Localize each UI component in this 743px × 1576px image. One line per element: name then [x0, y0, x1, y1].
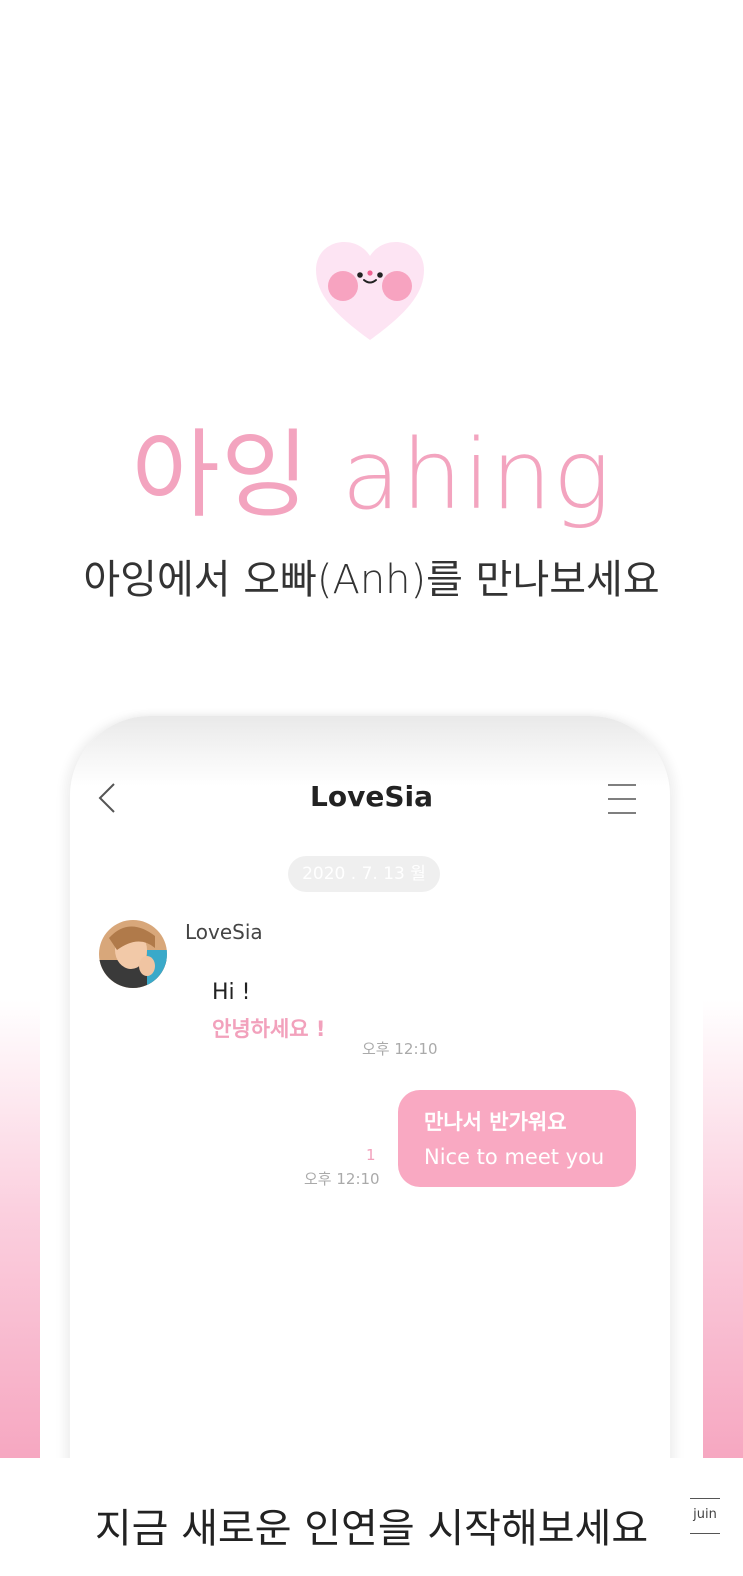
- avatar[interactable]: [99, 920, 167, 988]
- incoming-message-time: 오후 12:10: [362, 1040, 438, 1058]
- sender-name: LoveSia: [185, 920, 263, 944]
- hamburger-menu-icon[interactable]: [606, 783, 638, 815]
- right-pink-gradient: [703, 1000, 743, 1465]
- bottom-tagline: 지금 새로운 인연을 시작해보세요: [94, 1506, 649, 1552]
- unread-count: 1: [366, 1146, 376, 1164]
- outgoing-message-bubble[interactable]: 만나서 반가워요 Nice to meet you: [398, 1090, 636, 1187]
- outgoing-message-en: Nice to meet you: [424, 1145, 605, 1169]
- incoming-message-en: Hi !: [212, 980, 251, 1005]
- juin-logo: juin: [690, 1498, 720, 1534]
- outgoing-message-time: 오후 12:10: [304, 1170, 380, 1188]
- heart-mascot-icon: [316, 242, 424, 340]
- left-pink-gradient: [0, 1000, 40, 1465]
- date-separator: 2020 . 7. 13 월: [288, 856, 440, 892]
- brand-title: 아잉 ahing: [131, 419, 612, 531]
- outgoing-message-ko: 만나서 반가워요: [424, 1110, 567, 1134]
- brand-tagline: 아잉에서 오빠(Anh)를 만나보세요: [83, 557, 660, 603]
- incoming-message-ko: 안녕하세요 !: [212, 1017, 326, 1041]
